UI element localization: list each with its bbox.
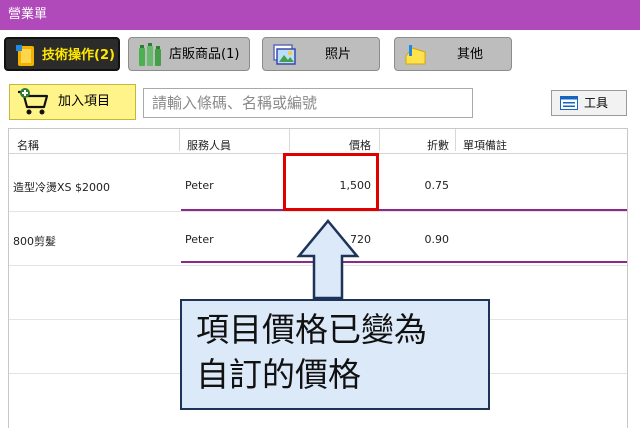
annotation-line-1: 項目價格已變為 [196,310,427,349]
tab-retail[interactable]: 店販商品(1) [128,37,250,71]
column-header-note: 單項備註 [463,139,507,152]
column-separator [179,129,180,151]
price-highlight-box [283,153,379,211]
tab-bar: 技術操作(2) 店販商品(1) 照片 其他 [0,30,640,78]
tab-other-label: 其他 [457,47,484,62]
column-header-discount: 折數 [427,139,449,152]
tools-icon [560,96,578,113]
row-divider [9,211,627,212]
service-icon [14,43,40,69]
column-header-staff: 服務人員 [187,139,231,152]
other-icon [403,42,429,68]
tools-label: 工具 [584,96,609,110]
window-title: 營業單 [8,7,48,22]
add-item-button[interactable]: 加入項目 [9,84,136,120]
tab-photos-label: 照片 [325,47,352,62]
annotation-callout: 項目價格已變為 自訂的價格 [180,299,490,410]
cart-add-icon [16,87,50,121]
item-discount: 0.75 [424,179,450,192]
annotation-line-2: 自訂的價格 [196,355,361,394]
bottles-icon [137,42,163,68]
column-separator [455,129,456,151]
item-staff: Peter [185,233,214,246]
column-separator [289,129,290,151]
window-titlebar: 營業單 [0,0,640,30]
tab-service[interactable]: 技術操作(2) [4,37,120,71]
tools-button[interactable]: 工具 [551,90,627,116]
item-discount: 0.90 [424,233,450,246]
tab-service-label: 技術操作(2) [42,48,115,63]
search-input[interactable] [143,88,473,118]
item-name: 造型冷燙XS $2000 [13,181,111,194]
photos-icon [271,42,297,68]
tab-photos[interactable]: 照片 [262,37,380,71]
column-separator [379,129,380,151]
row-underline [181,261,627,263]
up-arrow-icon [296,219,360,300]
toolbar: 加入項目 工具 [0,80,640,126]
tab-other[interactable]: 其他 [394,37,512,71]
column-header-name: 名稱 [17,139,39,152]
item-name: 800剪髮 [13,235,56,248]
column-header-price: 價格 [349,139,371,152]
tab-retail-label: 店販商品(1) [169,47,240,62]
add-item-label: 加入項目 [58,94,111,109]
item-staff: Peter [185,179,214,192]
